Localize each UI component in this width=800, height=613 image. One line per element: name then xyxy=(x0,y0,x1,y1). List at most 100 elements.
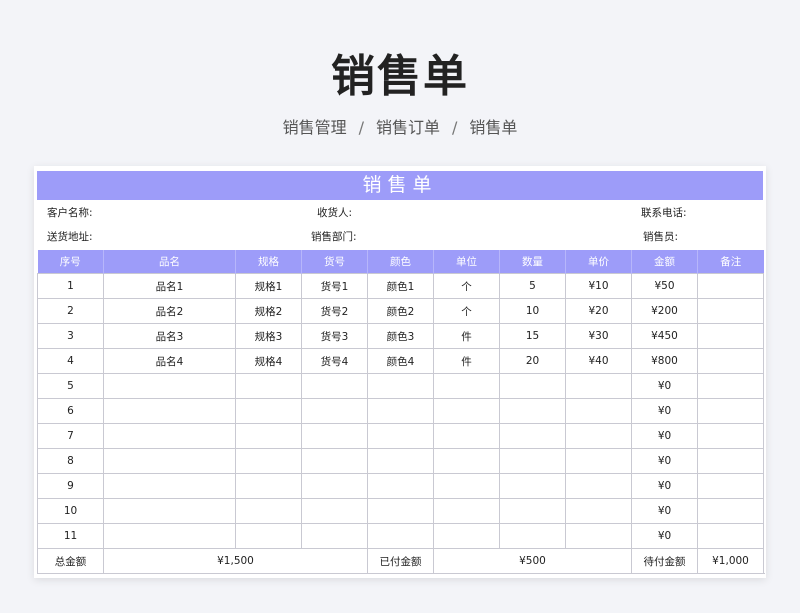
table-cell[interactable]: ¥450 xyxy=(631,323,698,349)
table-cell[interactable] xyxy=(697,398,764,424)
table-cell[interactable] xyxy=(565,448,632,474)
table-cell[interactable] xyxy=(565,373,632,399)
table-cell[interactable]: 1 xyxy=(37,273,104,299)
table-cell[interactable] xyxy=(103,373,236,399)
table-cell[interactable] xyxy=(367,498,434,524)
table-cell[interactable] xyxy=(433,523,500,549)
table-cell[interactable] xyxy=(301,423,368,449)
table-cell[interactable] xyxy=(433,423,500,449)
table-cell[interactable] xyxy=(301,473,368,499)
table-cell[interactable]: 货号4 xyxy=(301,348,368,374)
table-cell[interactable]: 颜色4 xyxy=(367,348,434,374)
table-cell[interactable] xyxy=(301,523,368,549)
table-cell[interactable]: 个 xyxy=(433,298,500,324)
table-cell[interactable] xyxy=(499,473,566,499)
table-cell[interactable] xyxy=(235,373,302,399)
table-cell[interactable]: 7 xyxy=(37,423,104,449)
table-cell[interactable]: 规格3 xyxy=(235,323,302,349)
table-cell[interactable] xyxy=(235,498,302,524)
table-cell[interactable]: ¥800 xyxy=(631,348,698,374)
table-cell[interactable]: 颜色1 xyxy=(367,273,434,299)
table-cell[interactable] xyxy=(697,523,764,549)
table-cell[interactable] xyxy=(433,498,500,524)
table-cell[interactable]: 5 xyxy=(37,373,104,399)
table-cell[interactable] xyxy=(103,498,236,524)
table-cell[interactable]: 货号3 xyxy=(301,323,368,349)
table-cell[interactable]: 4 xyxy=(37,348,104,374)
table-cell[interactable] xyxy=(433,473,500,499)
table-cell[interactable] xyxy=(433,398,500,424)
table-cell[interactable] xyxy=(697,423,764,449)
table-cell[interactable]: 件 xyxy=(433,323,500,349)
table-cell[interactable]: 6 xyxy=(37,398,104,424)
table-cell[interactable] xyxy=(499,448,566,474)
table-cell[interactable] xyxy=(301,398,368,424)
table-cell[interactable] xyxy=(103,448,236,474)
table-cell[interactable]: ¥0 xyxy=(631,423,698,449)
table-cell[interactable]: 15 xyxy=(499,323,566,349)
table-cell[interactable]: 颜色2 xyxy=(367,298,434,324)
table-cell[interactable]: ¥0 xyxy=(631,448,698,474)
table-cell[interactable] xyxy=(367,448,434,474)
table-cell[interactable] xyxy=(103,473,236,499)
table-cell[interactable] xyxy=(433,448,500,474)
table-cell[interactable]: 5 xyxy=(499,273,566,299)
table-cell[interactable] xyxy=(235,398,302,424)
table-cell[interactable]: ¥30 xyxy=(565,323,632,349)
table-cell[interactable] xyxy=(697,473,764,499)
breadcrumb-item[interactable]: 销售订单 xyxy=(376,118,440,137)
table-cell[interactable] xyxy=(367,473,434,499)
table-cell[interactable] xyxy=(697,273,764,299)
table-cell[interactable] xyxy=(697,498,764,524)
table-cell[interactable] xyxy=(103,523,236,549)
breadcrumb-item[interactable]: 销售管理 xyxy=(283,118,347,137)
table-cell[interactable]: 件 xyxy=(433,348,500,374)
table-cell[interactable] xyxy=(301,448,368,474)
table-cell[interactable] xyxy=(301,498,368,524)
table-cell[interactable] xyxy=(103,398,236,424)
table-cell[interactable]: 品名4 xyxy=(103,348,236,374)
table-cell[interactable] xyxy=(565,498,632,524)
table-cell[interactable]: ¥200 xyxy=(631,298,698,324)
table-cell[interactable] xyxy=(235,423,302,449)
table-cell[interactable] xyxy=(499,373,566,399)
table-cell[interactable]: 品名3 xyxy=(103,323,236,349)
table-cell[interactable] xyxy=(367,398,434,424)
table-cell[interactable] xyxy=(697,298,764,324)
table-cell[interactable] xyxy=(235,523,302,549)
table-cell[interactable] xyxy=(697,448,764,474)
table-cell[interactable]: 3 xyxy=(37,323,104,349)
table-cell[interactable]: ¥0 xyxy=(631,373,698,399)
table-cell[interactable] xyxy=(499,523,566,549)
table-cell[interactable] xyxy=(367,523,434,549)
table-cell[interactable]: 10 xyxy=(499,298,566,324)
table-cell[interactable]: 规格4 xyxy=(235,348,302,374)
table-cell[interactable] xyxy=(565,473,632,499)
table-cell[interactable]: 规格2 xyxy=(235,298,302,324)
table-cell[interactable]: ¥0 xyxy=(631,523,698,549)
table-cell[interactable]: ¥50 xyxy=(631,273,698,299)
table-cell[interactable] xyxy=(565,398,632,424)
table-cell[interactable]: 2 xyxy=(37,298,104,324)
table-cell[interactable] xyxy=(235,448,302,474)
table-cell[interactable] xyxy=(433,373,500,399)
table-cell[interactable] xyxy=(499,398,566,424)
table-cell[interactable]: 9 xyxy=(37,473,104,499)
table-cell[interactable] xyxy=(235,473,302,499)
table-cell[interactable]: 货号2 xyxy=(301,298,368,324)
table-cell[interactable]: 10 xyxy=(37,498,104,524)
table-cell[interactable]: ¥40 xyxy=(565,348,632,374)
table-cell[interactable]: ¥0 xyxy=(631,398,698,424)
table-cell[interactable] xyxy=(367,373,434,399)
table-cell[interactable] xyxy=(697,373,764,399)
table-cell[interactable]: 品名1 xyxy=(103,273,236,299)
table-cell[interactable] xyxy=(499,423,566,449)
table-cell[interactable]: 货号1 xyxy=(301,273,368,299)
table-cell[interactable] xyxy=(103,423,236,449)
table-cell[interactable]: 颜色3 xyxy=(367,323,434,349)
table-cell[interactable] xyxy=(565,423,632,449)
table-cell[interactable] xyxy=(697,323,764,349)
table-cell[interactable] xyxy=(367,423,434,449)
table-cell[interactable]: 11 xyxy=(37,523,104,549)
table-cell[interactable] xyxy=(499,498,566,524)
